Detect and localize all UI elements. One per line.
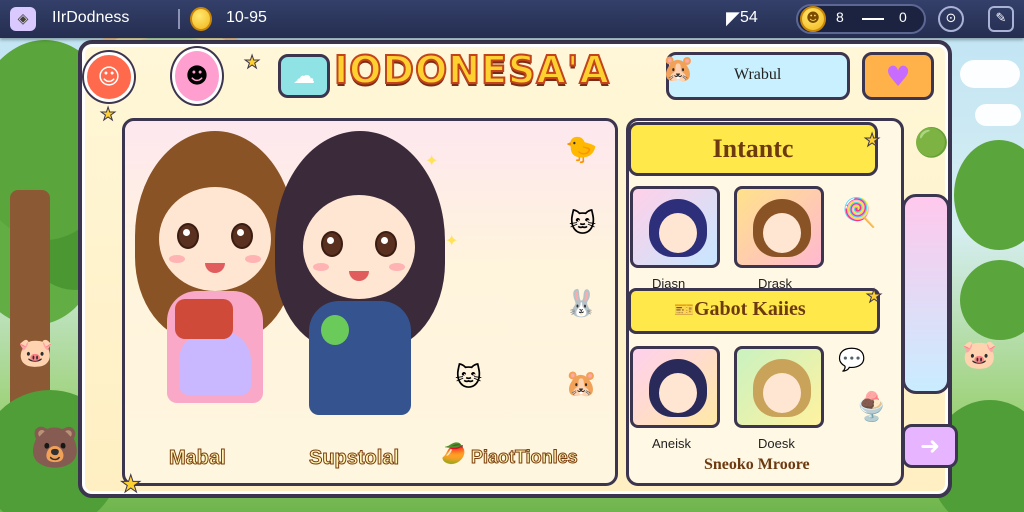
star-icon: ✦ — [445, 231, 459, 250]
pet-icon: 🐻 — [30, 425, 80, 471]
top-bar: ◈ IIrDodness 10-95 ◤ 54 ☻ 8 0 ⊙ ✎ — [0, 0, 1024, 38]
star-icon: ★ — [865, 286, 883, 308]
character-card[interactable] — [630, 346, 720, 428]
edit-icon[interactable]: ✎ — [988, 6, 1014, 32]
flag-icon: ◤ — [726, 8, 740, 29]
app-title: IIrDodness — [52, 9, 130, 26]
app-icon[interactable]: ◈ — [10, 7, 36, 31]
star-icon: ★ — [243, 52, 261, 74]
flag-counter: 54 — [740, 9, 758, 26]
more-link[interactable]: Sneoko Mroore — [704, 456, 810, 474]
pet-icon: 🐷 — [962, 338, 997, 371]
heart-button[interactable]: ♥ — [862, 52, 934, 100]
settings-icon[interactable]: ⊙ — [938, 6, 964, 32]
pet-icon[interactable]: 🐱 — [455, 363, 482, 393]
character-supstolal[interactable] — [275, 131, 445, 441]
cloud-decoration — [975, 104, 1021, 126]
pet-icon[interactable]: 🐤 — [565, 135, 597, 165]
resource-coin-icon: ☻ — [800, 6, 826, 32]
character-name: Mabal — [169, 447, 227, 470]
lollipop-icon: 🍭 — [842, 196, 877, 229]
arrow-right-icon: ➜ — [919, 432, 941, 460]
avatar-badge-pink[interactable]: ☻ — [172, 48, 222, 104]
avatar-badge-red[interactable]: ☺ — [84, 52, 134, 102]
coin-counter: 10-95 — [226, 9, 267, 26]
practice-label[interactable]: PiaotTionles — [471, 447, 579, 468]
pet-icon[interactable]: 🐰 — [565, 289, 597, 319]
ice-cream-icon: 🍨 — [854, 390, 889, 423]
heart-icon: ♥ — [885, 59, 911, 93]
character-card[interactable] — [734, 186, 824, 268]
cloud-icon: ☁ — [293, 63, 315, 89]
list-title: Intantc — [628, 122, 878, 176]
pet-icon: 🐹 — [662, 54, 695, 84]
resource-label: 8 — [836, 9, 844, 25]
pet-icon: 🐷 — [18, 336, 53, 369]
practice-icon: 🥭 — [441, 441, 466, 465]
side-panel — [902, 194, 950, 394]
divider — [178, 9, 180, 29]
pet-icon[interactable]: 🐹 — [565, 369, 597, 399]
cloud-decoration — [960, 60, 1020, 88]
resource-bar — [862, 18, 884, 20]
pet-icon[interactable]: 🐱 — [569, 209, 596, 239]
card-label: Doesk — [758, 436, 795, 451]
star-icon: ✦ — [425, 151, 439, 170]
star-icon: ★ — [99, 104, 117, 126]
slime-icon: 🟢 — [914, 126, 949, 159]
search-text: Wrabul — [734, 66, 782, 83]
character-card[interactable] — [630, 186, 720, 268]
cloud-button[interactable]: ☁ — [278, 54, 330, 98]
character-card[interactable] — [734, 346, 824, 428]
next-button[interactable]: ➜ — [902, 424, 958, 468]
character-mabal[interactable] — [135, 131, 295, 431]
resource-value: 0 — [899, 9, 907, 25]
card-label: Aneisk — [652, 436, 692, 451]
speech-bubble-icon: 💬 — [838, 348, 866, 373]
sub-banner-text: Gabot Kaiies — [694, 298, 806, 320]
ticket-icon: 🎫 — [674, 300, 694, 319]
star-icon: ★ — [863, 130, 881, 152]
game-title: IODONESA'A — [333, 47, 610, 93]
character-name: Supstolal — [308, 447, 400, 470]
star-icon: ★ — [120, 470, 142, 499]
coin-icon — [190, 7, 212, 31]
character-stage: ✦ ✦ 🐤 🐱 🐰 🐱 🐹 Mabal Supstolal 🥭 PiaotTio… — [122, 118, 618, 486]
